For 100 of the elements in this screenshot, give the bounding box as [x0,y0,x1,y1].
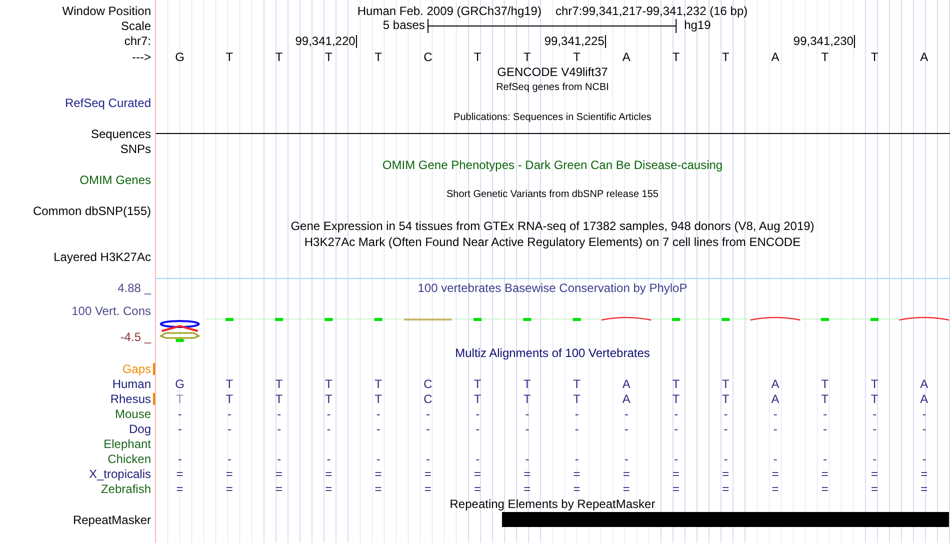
track-label[interactable]: SNPs [120,143,151,156]
track-label[interactable]: 100 Vert. Cons [58,304,151,317]
alignment-base: T [821,378,829,390]
track-label[interactable]: RefSeq Curated [64,97,151,110]
alignment-base: - [674,422,678,435]
species-label[interactable]: Elephant [104,438,151,450]
alignment-base: T [275,378,283,390]
alignment-base: - [426,452,430,465]
alignment-base: T [226,392,234,405]
alignment-base: - [872,422,877,435]
alignment-base: = [474,482,482,495]
alignment-base: - [872,408,877,420]
base-letter: G [175,50,184,63]
alignment-base: = [226,468,233,480]
species-label[interactable]: Mouse [114,408,151,420]
alignment-base: - [724,452,728,465]
alignment-base: - [525,408,530,420]
species-label[interactable]: Dog [128,422,151,435]
scale-label: 5 bases [382,18,425,32]
alignment-base: = [276,482,283,495]
species-label[interactable]: Rhesus [110,392,151,405]
base-letter: T [325,50,332,63]
alignment-base: - [624,452,628,465]
alignment-base: T [573,392,580,405]
base-letter: A [920,50,928,63]
alignment-base: C [424,378,432,390]
alignment-base: - [376,422,380,435]
alignment-base: - [326,422,331,435]
alignment-base: - [922,422,926,435]
species-label[interactable]: Chicken [108,452,151,465]
alignment-base: A [920,378,928,390]
track-label: chr7: [124,35,151,48]
alignment-base: - [872,452,877,465]
position-title: chr7:99,341,217-99,341,232 (16 bp) [555,4,748,17]
alignment-base: - [326,452,331,465]
track-title: Repeating Elements by RepeatMasker [450,498,656,510]
track-title: 100 vertebrates Basewise Conservation by PhyloP [418,282,688,294]
alignment-base: - [674,452,678,465]
alignment-base: G [175,378,184,390]
alignment-base: = [474,468,482,480]
alignment-base: - [277,422,282,435]
alignment-base: = [772,468,779,480]
alignment-base: A [622,378,630,390]
base-letter: A [622,50,630,63]
track-label[interactable]: Sequences [90,128,151,140]
alignment-base: = [821,482,828,495]
alignment-base: - [773,452,778,465]
axis-max-label: 4.88 _ [118,282,151,294]
alignment-base: - [277,408,282,420]
species-label[interactable]: Zebrafish [100,482,151,495]
track-title: Gene Expression in 54 tissues from GTEx RNA-seq of 17382 samples, 948 donors (V8, Aug 2019) [290,220,814,232]
alignment-base: - [674,408,678,420]
base-letter: T [374,50,382,63]
base-letter: T [722,50,730,63]
alignment-base: = [920,468,928,480]
alignment-base: - [426,422,430,435]
alignment-base: - [178,408,182,420]
alignment-base: T [672,378,680,390]
alignment-base: - [227,452,232,465]
track-label[interactable]: OMIM Genes [80,174,151,186]
alignment-base: = [722,482,730,495]
track-title: GENCODE V49lift37 [497,66,608,78]
alignment-base: - [277,452,282,465]
alignment-base: - [624,408,628,420]
alignment-base: T [374,392,382,405]
alignment-base: - [426,408,430,420]
alignment-base: - [773,408,778,420]
alignment-base: - [822,422,827,435]
track-label[interactable]: Layered H3K27Ac [54,250,151,263]
track-title: Multiz Alignments of 100 Vertebrates [455,347,650,360]
track-label: Scale [120,20,151,32]
position-tick-label: 99,341,230 [793,34,856,48]
alignment-base: = [622,468,630,480]
alignment-base: - [922,452,926,465]
assembly-label: hg19 [684,19,711,32]
alignment-base: T [672,392,680,405]
species-label[interactable]: X_tropicalis [88,468,151,480]
alignment-base: = [871,482,878,495]
alignment-base: = [821,468,828,480]
alignment-base: T [226,378,234,390]
species-label[interactable]: Human [112,378,151,390]
track-label[interactable]: Common dbSNP(155) [32,204,151,217]
alignment-base: = [622,482,630,495]
alignment-base: = [573,468,580,480]
alignment-base: = [176,468,184,480]
alignment-base: T [722,378,730,390]
alignment-base: T [474,392,482,405]
track-title: RefSeq genes from NCBI [496,82,609,93]
base-letter: T [821,50,829,63]
track-label[interactable]: RepeatMasker [72,514,151,526]
alignment-base: T [524,378,531,390]
alignment-base: - [376,408,380,420]
alignment-base: T [176,392,184,405]
alignment-base: T [870,392,878,405]
base-letter: C [424,50,432,63]
alignment-base: - [574,452,579,465]
alignment-base: T [722,392,730,405]
alignment-base: = [524,468,531,480]
alignment-base: = [424,482,432,495]
alignment-base: = [573,482,580,495]
